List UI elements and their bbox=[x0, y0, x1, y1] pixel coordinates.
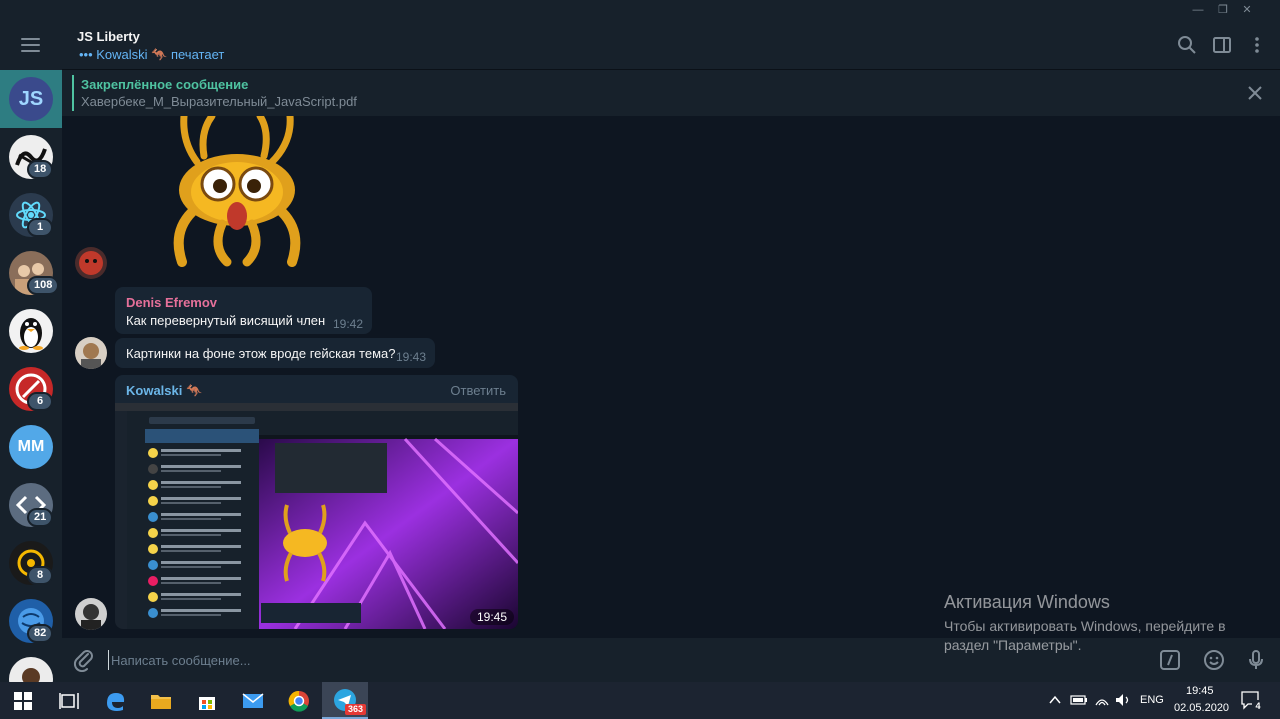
message-input[interactable] bbox=[108, 650, 708, 670]
chat-item[interactable]: 18 bbox=[0, 128, 62, 186]
message-time: 19:43 bbox=[396, 350, 427, 364]
folder-icon bbox=[151, 694, 171, 709]
file-explorer-button[interactable] bbox=[138, 682, 184, 719]
pinned-message[interactable]: Закреплённое сообщение Хавербеке_M_Выраз… bbox=[62, 70, 1280, 116]
chat-list-sidebar: JS 18 1 108 6 MM 21 8 82 bbox=[0, 20, 62, 682]
avatar: MM bbox=[9, 425, 53, 469]
microphone-icon[interactable] bbox=[1244, 648, 1268, 672]
unread-badge: 18 bbox=[27, 160, 54, 179]
chat-item-js-liberty[interactable]: JS bbox=[0, 70, 62, 128]
window-titlebar: — ❐ ✕ bbox=[0, 0, 1280, 20]
wifi-icon[interactable] bbox=[1094, 693, 1110, 707]
chat-item[interactable] bbox=[0, 650, 62, 682]
minimize-button[interactable]: — bbox=[1187, 2, 1209, 18]
unread-badge: 21 bbox=[27, 508, 54, 527]
clock-date[interactable]: 02.05.2020 bbox=[1174, 702, 1229, 714]
chat-item[interactable] bbox=[0, 302, 62, 360]
chat-item-mm[interactable]: MM bbox=[0, 418, 62, 476]
monkey-sticker[interactable] bbox=[152, 116, 322, 267]
search-icon[interactable] bbox=[1176, 34, 1198, 56]
chat-item[interactable]: 1 bbox=[0, 186, 62, 244]
avatar: JS bbox=[9, 77, 53, 121]
store-icon bbox=[199, 696, 215, 710]
task-view-button[interactable] bbox=[46, 682, 92, 719]
language-indicator[interactable]: ENG bbox=[1140, 694, 1164, 706]
linux-penguin-icon bbox=[9, 309, 53, 353]
store-button[interactable] bbox=[184, 682, 230, 719]
avatar-initials: MM bbox=[17, 438, 45, 455]
close-window-button[interactable]: ✕ bbox=[1236, 2, 1258, 18]
chrome-button[interactable] bbox=[276, 682, 322, 719]
chat-item[interactable]: 6 bbox=[0, 360, 62, 418]
message-bubble[interactable]: Kowalski 🦘 Ответить 19:45 bbox=[115, 375, 518, 629]
restore-button[interactable]: ❐ bbox=[1212, 2, 1234, 18]
unread-badge: 108 bbox=[27, 276, 60, 295]
chat-item[interactable]: 8 bbox=[0, 534, 62, 592]
windows-activation-watermark: Активация Windows Чтобы активировать Win… bbox=[944, 592, 1226, 655]
message-bubble[interactable]: Картинки на фоне этож вроде гейская тема… bbox=[115, 338, 435, 368]
message-text: Картинки на фоне этож вроде гейская тема… bbox=[126, 346, 396, 361]
pinned-text: Хавербеке_M_Выразительный_JavaScript.pdf bbox=[81, 94, 357, 109]
message-time: 19:45 bbox=[469, 609, 514, 625]
unread-badge: 82 bbox=[27, 624, 54, 643]
message-time: 19:42 bbox=[333, 317, 364, 331]
chat-item[interactable]: 108 bbox=[0, 244, 62, 302]
windows-logo-icon bbox=[14, 691, 32, 710]
telegram-unread-badge: 363 bbox=[345, 704, 367, 715]
chat-header: JS Liberty ••• Kowalski 🦘 печатает bbox=[62, 20, 1280, 70]
chat-item[interactable]: 21 bbox=[0, 476, 62, 534]
pinned-title: Закреплённое сообщение bbox=[81, 77, 249, 92]
mail-icon bbox=[242, 692, 264, 708]
close-icon[interactable] bbox=[1246, 84, 1264, 102]
mail-button[interactable] bbox=[230, 682, 276, 719]
message-text: Как перевернутый висящий член bbox=[126, 313, 326, 328]
screenshot-image[interactable]: 19:45 bbox=[115, 403, 518, 629]
pinned-accent-bar bbox=[72, 75, 74, 111]
unread-badge: 6 bbox=[27, 392, 53, 411]
edge-button[interactable] bbox=[92, 682, 138, 719]
reply-button[interactable]: Ответить bbox=[450, 383, 506, 398]
avatar[interactable] bbox=[75, 337, 107, 369]
telegram-button[interactable]: 363 bbox=[322, 682, 368, 719]
volume-icon[interactable] bbox=[1114, 693, 1132, 707]
task-view-icon bbox=[59, 692, 79, 709]
battery-icon[interactable] bbox=[1070, 694, 1088, 706]
avatar bbox=[9, 657, 53, 682]
watermark-line: раздел "Параметры". bbox=[944, 637, 1082, 653]
avatar[interactable] bbox=[75, 598, 107, 630]
chat-title[interactable]: JS Liberty bbox=[77, 29, 140, 44]
chat-item[interactable]: 82 bbox=[0, 592, 62, 650]
avatar[interactable] bbox=[75, 247, 107, 279]
start-button[interactable] bbox=[0, 682, 46, 719]
message-list: Denis Efremov Как перевернутый висящий ч… bbox=[62, 116, 1280, 638]
sender-name[interactable]: Kowalski 🦘 bbox=[126, 383, 202, 399]
typing-status: ••• Kowalski 🦘 печатает bbox=[79, 47, 225, 62]
unread-badge: 1 bbox=[27, 218, 53, 237]
sidebar-toggle-icon[interactable] bbox=[1211, 34, 1233, 56]
telegram-window: — ❐ ✕ JS 18 1 108 6 MM 21 8 82 JS Libert… bbox=[0, 0, 1280, 719]
notification-count: 4 bbox=[1252, 700, 1264, 712]
edge-icon bbox=[107, 692, 125, 711]
menu-icon[interactable] bbox=[21, 38, 40, 52]
watermark-title: Активация Windows bbox=[944, 592, 1110, 612]
sender-name[interactable]: Denis Efremov bbox=[126, 295, 217, 310]
watermark-line: Чтобы активировать Windows, перейдите в bbox=[944, 618, 1226, 634]
chrome-icon bbox=[288, 690, 309, 712]
message-bubble[interactable]: Denis Efremov Как перевернутый висящий ч… bbox=[115, 287, 372, 334]
attach-icon[interactable] bbox=[72, 648, 96, 672]
clock-time[interactable]: 19:45 bbox=[1186, 685, 1214, 697]
windows-taskbar: 363 ENG 19:45 02.05.2020 4 bbox=[0, 682, 1280, 719]
avatar-initials: JS bbox=[18, 87, 44, 110]
more-options-icon[interactable] bbox=[1246, 34, 1268, 56]
unread-badge: 8 bbox=[27, 566, 53, 585]
chevron-up-icon[interactable] bbox=[1049, 695, 1061, 705]
